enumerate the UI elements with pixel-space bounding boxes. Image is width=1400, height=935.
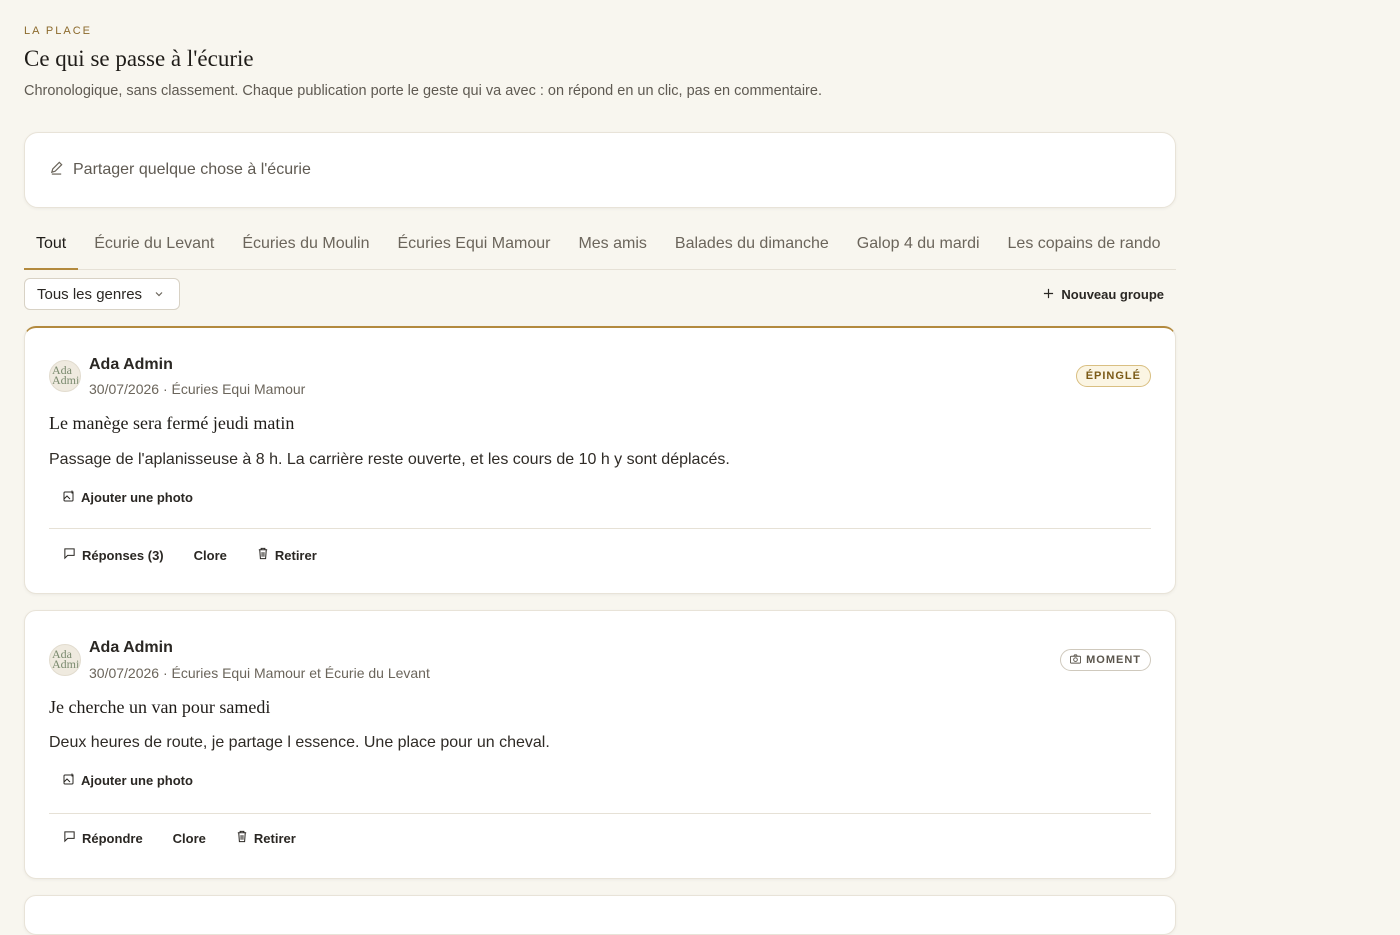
replies-label: Réponses (3): [82, 547, 164, 563]
tab-ecuries-equi-mamour[interactable]: Écuries Equi Mamour: [386, 226, 563, 270]
replies-button[interactable]: Réponses (3): [63, 547, 164, 563]
divider: [49, 813, 1151, 814]
moment-badge: MOMENT: [1060, 649, 1151, 671]
add-photo-label: Ajouter une photo: [81, 773, 193, 788]
avatar: Ada Admin: [49, 360, 81, 392]
tab-galop-4-du-mardi[interactable]: Galop 4 du mardi: [845, 226, 992, 270]
reply-button[interactable]: Répondre: [63, 830, 143, 846]
post-meta: 30/07/2026 · Écuries Equi Mamour et Écur…: [89, 665, 430, 681]
avatar: Ada Admin: [49, 644, 81, 676]
new-group-button[interactable]: Nouveau groupe: [1043, 278, 1164, 310]
post-card: [24, 895, 1176, 935]
close-button[interactable]: Clore: [173, 831, 206, 846]
camera-icon: [1070, 653, 1086, 667]
tab-ecuries-du-moulin[interactable]: Écuries du Moulin: [230, 226, 381, 270]
tab-ecurie-du-levant[interactable]: Écurie du Levant: [82, 226, 226, 270]
divider: [49, 528, 1151, 529]
remove-button[interactable]: Retirer: [257, 547, 317, 563]
add-photo-button[interactable]: Ajouter une photo: [63, 773, 193, 788]
add-photo-label: Ajouter une photo: [81, 490, 193, 505]
page-subtitle: Chronologique, sans classement. Chaque p…: [24, 83, 822, 99]
chevron-down-icon: [142, 286, 164, 303]
pencil-icon: [49, 160, 73, 180]
group-tabs: Tout Écurie du Levant Écuries du Moulin …: [24, 226, 1176, 270]
post-meta: 30/07/2026 · Écuries Equi Mamour: [89, 381, 306, 397]
comment-icon: [63, 547, 82, 563]
post-body: Passage de l'aplanisseuse à 8 h. La carr…: [49, 451, 730, 468]
pinned-badge: ÉPINGLÉ: [1075, 365, 1151, 387]
moment-badge-label: MOMENT: [1086, 654, 1141, 666]
comment-icon: [63, 830, 82, 846]
image-add-icon: [63, 490, 81, 505]
feed-toolbar: Tous les genres Nouveau groupe: [24, 278, 1176, 310]
remove-label: Retirer: [274, 547, 317, 563]
post-author[interactable]: Ada Admin: [89, 356, 173, 374]
close-button[interactable]: Clore: [194, 548, 227, 563]
post-title: Je cherche un van pour samedi: [49, 697, 271, 717]
post-actions: Répondre Clore Retirer: [63, 830, 326, 846]
remove-label: Retirer: [253, 830, 296, 846]
post-card: Ada Admin Ada Admin 30/07/2026 · Écuries…: [24, 326, 1176, 594]
section-eyebrow: LA PLACE: [24, 25, 92, 37]
plus-icon: [1043, 287, 1061, 302]
add-photo-button[interactable]: Ajouter une photo: [63, 490, 193, 505]
tab-tout[interactable]: Tout: [24, 226, 79, 270]
post-author[interactable]: Ada Admin: [89, 639, 173, 657]
tab-balades-du-dimanche[interactable]: Balades du dimanche: [663, 226, 841, 270]
image-add-icon: [63, 773, 81, 788]
tab-mes-amis[interactable]: Mes amis: [566, 226, 658, 270]
post-actions: Réponses (3) Clore Retirer: [63, 547, 347, 563]
genre-select-value: Tous les genres: [37, 285, 143, 303]
page-title: Ce qui se passe à l'écurie: [24, 46, 254, 71]
trash-icon: [236, 830, 254, 846]
remove-button[interactable]: Retirer: [236, 830, 296, 846]
post-title: Le manège sera fermé jeudi matin: [49, 413, 295, 433]
new-group-label: Nouveau groupe: [1061, 286, 1164, 302]
genre-select[interactable]: Tous les genres: [24, 278, 180, 310]
post-body: Deux heures de route, je partage l essen…: [49, 734, 550, 751]
composer-input[interactable]: Partager quelque chose à l'écurie: [24, 132, 1176, 208]
composer-placeholder: Partager quelque chose à l'écurie: [73, 161, 311, 178]
reply-label: Répondre: [82, 830, 143, 846]
tab-les-copains-de-rando[interactable]: Les copains de rando: [996, 226, 1173, 270]
post-card: Ada Admin Ada Admin 30/07/2026 · Écuries…: [24, 610, 1176, 879]
trash-icon: [257, 547, 275, 563]
